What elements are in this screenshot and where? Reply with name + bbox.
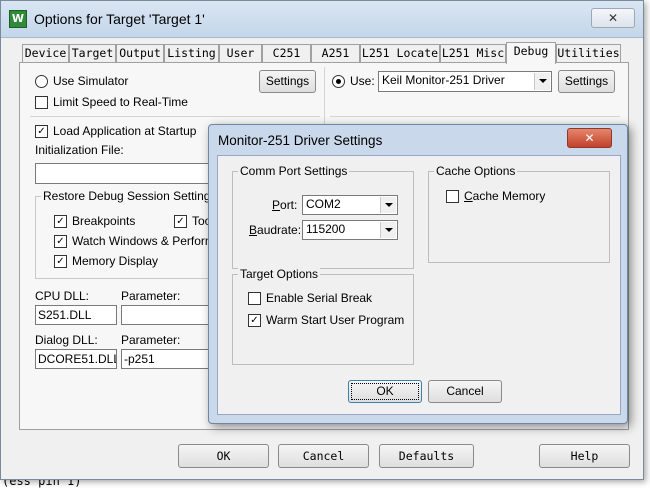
dialog-body: Comm Port Settings Port: COM2 Baudrate: …: [217, 155, 621, 415]
breakpoints-checkbox[interactable]: ✓: [54, 215, 67, 228]
tab-user[interactable]: User: [219, 44, 262, 63]
options-title-bar: W Options for Target 'Target 1' ✕: [1, 1, 643, 38]
use-simulator-label: Use Simulator: [53, 74, 129, 88]
uvision-app-icon: W: [9, 10, 27, 28]
options-close-icon[interactable]: ✕: [591, 8, 635, 28]
tab-listing[interactable]: Listing: [164, 44, 219, 63]
warm-start-checkbox[interactable]: ✓: [248, 314, 261, 327]
target-options-group: Target Options Enable Serial Break ✓ War…: [232, 267, 414, 365]
simulator-settings-button[interactable]: Settings: [259, 70, 316, 93]
options-defaults-button[interactable]: Defaults: [379, 444, 474, 468]
driver-settings-button[interactable]: Settings: [558, 70, 615, 93]
driver-select-value: Keil Monitor-251 Driver: [382, 73, 505, 87]
chevron-down-icon[interactable]: [534, 73, 550, 90]
tab-l251-locate[interactable]: L251 Locate: [360, 44, 440, 63]
warm-start-label: Warm Start User Program: [266, 313, 405, 327]
tab-l251-misc[interactable]: L251 Misc: [440, 44, 506, 63]
tab-target[interactable]: Target: [69, 44, 116, 63]
toolbox-checkbox[interactable]: ✓: [174, 215, 187, 228]
options-window-title: Options for Target 'Target 1': [34, 11, 205, 27]
restore-debug-title: Restore Debug Session Settings: [41, 189, 219, 203]
cpu-dll-label: CPU DLL:: [35, 289, 90, 303]
options-help-button[interactable]: Help: [539, 444, 630, 468]
breakpoints-label: Breakpoints: [72, 214, 136, 228]
init-file-input[interactable]: [35, 163, 215, 184]
comm-port-title: Comm Port Settings: [238, 164, 350, 178]
enable-serial-break-label: Enable Serial Break: [266, 291, 373, 305]
tab-c251[interactable]: C251: [262, 44, 311, 63]
dialog-dll-input[interactable]: DCORE51.DLL: [35, 349, 117, 369]
cache-options-title: Cache Options: [434, 164, 518, 178]
watch-windows-checkbox[interactable]: ✓: [54, 235, 67, 248]
baudrate-select[interactable]: 115200: [302, 220, 398, 240]
chevron-down-icon[interactable]: [380, 197, 396, 213]
cpu-parameter-label: Parameter:: [121, 289, 181, 303]
port-label: Port:: [272, 198, 298, 212]
cpu-parameter-input[interactable]: [121, 305, 215, 325]
load-application-label: Load Application at Startup: [53, 124, 197, 138]
tab-utilities[interactable]: Utilities: [556, 44, 621, 63]
cache-options-group: Cache Options Cache Memory: [428, 164, 610, 263]
dialog-parameter-input[interactable]: -p251: [121, 349, 215, 369]
baudrate-label: Baudrate:: [249, 223, 302, 237]
options-cancel-button[interactable]: Cancel: [278, 444, 369, 468]
enable-serial-break-checkbox[interactable]: [248, 292, 261, 305]
tab-debug[interactable]: Debug: [506, 42, 556, 64]
limit-speed-checkbox[interactable]: [35, 96, 48, 109]
dialog-title: Monitor-251 Driver Settings: [218, 133, 383, 148]
use-label: Use:: [350, 74, 375, 88]
tab-a251[interactable]: A251: [311, 44, 360, 63]
load-application-checkbox[interactable]: ✓: [35, 125, 48, 138]
dialog-dll-label: Dialog DLL:: [35, 333, 98, 347]
target-options-title: Target Options: [238, 267, 321, 281]
dialog-parameter-label: Parameter:: [121, 333, 181, 347]
separator: [30, 116, 320, 117]
cache-memory-checkbox[interactable]: [446, 190, 459, 203]
driver-select[interactable]: Keil Monitor-251 Driver: [378, 71, 552, 92]
dialog-ok-button[interactable]: OK: [348, 380, 422, 403]
separator-right: [330, 116, 620, 117]
memory-display-checkbox[interactable]: ✓: [54, 255, 67, 268]
tab-output[interactable]: Output: [116, 44, 164, 63]
init-file-label: Initialization File:: [35, 143, 124, 157]
tab-device[interactable]: Device: [22, 44, 69, 63]
port-select[interactable]: COM2: [302, 195, 398, 215]
monitor-driver-settings-dialog: Monitor-251 Driver Settings ✕ Comm Port …: [208, 124, 628, 424]
dialog-close-icon[interactable]: ✕: [567, 128, 612, 148]
chevron-down-icon[interactable]: [380, 222, 396, 238]
restore-debug-group: Restore Debug Session Settings ✓ Breakpo…: [35, 189, 290, 279]
limit-speed-label: Limit Speed to Real-Time: [53, 95, 188, 109]
baudrate-select-value: 115200: [306, 222, 346, 236]
options-ok-button[interactable]: OK: [178, 444, 269, 468]
port-select-value: COM2: [306, 197, 341, 211]
memory-display-label: Memory Display: [72, 254, 159, 268]
use-driver-radio[interactable]: [332, 75, 345, 88]
use-simulator-radio[interactable]: [35, 75, 48, 88]
cpu-dll-input[interactable]: S251.DLL: [35, 305, 117, 325]
cache-memory-label: Cache Memory: [464, 189, 546, 203]
dialog-cancel-button[interactable]: Cancel: [428, 380, 502, 403]
comm-port-group: Comm Port Settings Port: COM2 Baudrate: …: [232, 164, 414, 269]
